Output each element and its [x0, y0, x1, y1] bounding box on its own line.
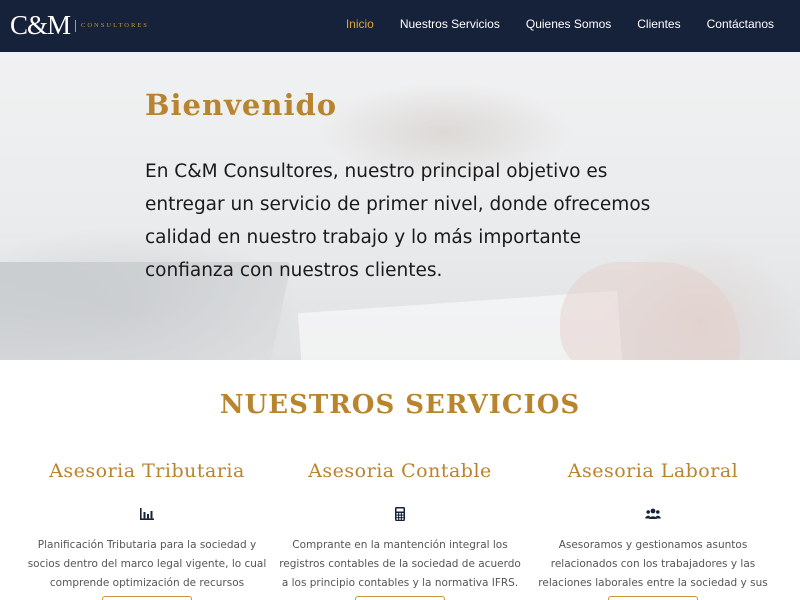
brand-subtitle: CONSULTORES	[81, 22, 149, 29]
nav-inicio[interactable]: Inicio	[346, 17, 374, 35]
service-description: Asesoramos y gestionamos asuntos relacio…	[538, 539, 768, 600]
service-card-tributaria: Asesoria Tributaria Planificación Tribut…	[12, 460, 282, 600]
service-card-contable: Asesoria Contable Comprante en la manten…	[265, 460, 535, 600]
calculator-icon	[395, 507, 405, 521]
service-more-button[interactable]	[102, 596, 192, 600]
brand-divider	[75, 19, 77, 32]
users-icon	[645, 508, 661, 519]
service-description: Planificación Tributaria para la socieda…	[27, 539, 267, 600]
service-title: Asesoria Laboral	[567, 460, 739, 482]
hero-banner: Bienvenido En C&M Consultores, nuestro p…	[0, 52, 800, 360]
nav-contactanos[interactable]: Contáctanos	[707, 17, 774, 35]
nav-quienes-somos[interactable]: Quienes Somos	[526, 17, 611, 35]
hero-title: Bienvenido	[145, 88, 338, 122]
nav-clientes[interactable]: Clientes	[637, 17, 680, 35]
brand-mark: C&M	[10, 10, 71, 40]
main-nav: Inicio Nuestros Servicios Quienes Somos …	[346, 0, 800, 52]
service-card-laboral: Asesoria Laboral Asesoramos y gestionamo…	[518, 460, 788, 600]
hero-text: En C&M Consultores, nuestro principal ob…	[145, 161, 651, 281]
service-description: Comprante en la mantención integral los …	[279, 539, 521, 589]
nav-nuestros-servicios[interactable]: Nuestros Servicios	[400, 17, 500, 35]
brand-logo[interactable]: C&M CONSULTORES	[10, 12, 149, 39]
service-more-button[interactable]	[608, 596, 698, 600]
bar-chart-icon	[140, 508, 154, 520]
service-title: Asesoria Contable	[308, 460, 492, 482]
navbar: C&M CONSULTORES Inicio Nuestros Servicio…	[0, 0, 800, 52]
service-more-button[interactable]	[355, 596, 445, 600]
service-title: Asesoria Tributaria	[49, 460, 245, 482]
services-title: NUESTROS SERVICIOS	[219, 390, 581, 420]
